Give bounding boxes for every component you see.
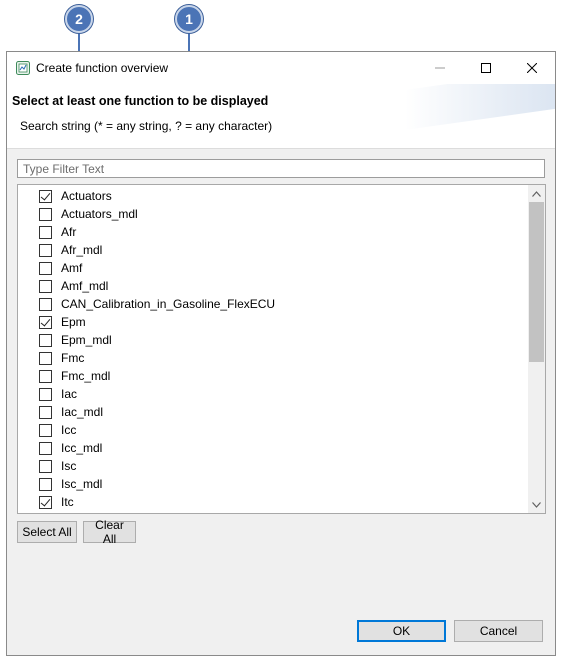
function-label: Amf_mdl bbox=[61, 279, 109, 293]
function-label: Fmc_mdl bbox=[61, 369, 111, 383]
function-list-item[interactable]: Amf bbox=[18, 259, 527, 277]
filter-input[interactable] bbox=[17, 159, 545, 178]
function-checkbox[interactable] bbox=[39, 316, 52, 329]
function-checkbox[interactable] bbox=[39, 370, 52, 383]
dialog-heading: Select at least one function to be displ… bbox=[12, 94, 269, 108]
scroll-down-button[interactable] bbox=[528, 496, 545, 513]
function-checkbox[interactable] bbox=[39, 406, 52, 419]
create-function-overview-dialog: Create function overview Select at least… bbox=[6, 51, 556, 656]
function-label: Iac bbox=[61, 387, 78, 401]
function-list-item[interactable]: Iac bbox=[18, 385, 527, 403]
ok-button[interactable]: OK bbox=[357, 620, 446, 642]
minimize-icon bbox=[435, 67, 445, 69]
function-label: Icc bbox=[61, 423, 77, 437]
function-list-item[interactable]: Itc bbox=[18, 493, 527, 511]
function-list-item[interactable]: Isc bbox=[18, 457, 527, 475]
function-label: Afr_mdl bbox=[61, 243, 103, 257]
function-list-item[interactable]: Actuators_mdl bbox=[18, 205, 527, 223]
function-list-items: Actuators Actuators_mdl Afr Afr_mdl Amf Amf_m… bbox=[18, 187, 527, 511]
function-list-item[interactable]: Amf_mdl bbox=[18, 277, 527, 295]
function-checkbox[interactable] bbox=[39, 478, 52, 491]
callout-1-badge: 1 bbox=[175, 5, 203, 33]
function-list-item[interactable]: Fmc bbox=[18, 349, 527, 367]
function-checkbox[interactable] bbox=[39, 442, 52, 455]
select-all-button[interactable]: Select All bbox=[17, 521, 77, 543]
clear-all-button[interactable]: Clear All bbox=[83, 518, 136, 546]
header-banner-graphic bbox=[405, 84, 555, 130]
function-list-item[interactable]: Afr bbox=[18, 223, 527, 241]
function-list-item[interactable]: Epm_mdl bbox=[18, 331, 527, 349]
function-checkbox[interactable] bbox=[39, 190, 52, 203]
search-hint: Search string (* = any string, ? = any c… bbox=[20, 119, 273, 133]
chart-window-icon bbox=[16, 61, 30, 75]
function-label: Isc bbox=[61, 459, 77, 473]
dialog-header: Select at least one function to be displ… bbox=[7, 84, 555, 149]
function-checkbox[interactable] bbox=[39, 298, 52, 311]
function-label: Epm bbox=[61, 315, 86, 329]
function-list-item[interactable]: CAN_Calibration_in_Gasoline_FlexECU bbox=[18, 295, 527, 313]
window-title: Create function overview bbox=[36, 61, 169, 75]
function-checkbox[interactable] bbox=[39, 208, 52, 221]
function-checkbox[interactable] bbox=[39, 460, 52, 473]
function-list-item[interactable]: Icc_mdl bbox=[18, 439, 527, 457]
function-list-item[interactable]: Afr_mdl bbox=[18, 241, 527, 259]
function-checkbox[interactable] bbox=[39, 244, 52, 257]
function-label: CAN_Calibration_in_Gasoline_FlexECU bbox=[61, 297, 276, 311]
function-label: Icc_mdl bbox=[61, 441, 103, 455]
function-checkbox[interactable] bbox=[39, 388, 52, 401]
function-label: Iac_mdl bbox=[61, 405, 104, 419]
close-button[interactable] bbox=[509, 52, 555, 84]
function-list-item[interactable]: Actuators bbox=[18, 187, 527, 205]
vertical-scrollbar[interactable] bbox=[528, 185, 545, 513]
function-checkbox[interactable] bbox=[39, 226, 52, 239]
function-list-item[interactable]: Icc bbox=[18, 421, 527, 439]
callout-2-badge: 2 bbox=[65, 5, 93, 33]
function-list-item[interactable]: Epm bbox=[18, 313, 527, 331]
function-checkbox[interactable] bbox=[39, 352, 52, 365]
function-checkbox[interactable] bbox=[39, 280, 52, 293]
function-label: Epm_mdl bbox=[61, 333, 112, 347]
chevron-down-icon bbox=[532, 501, 541, 508]
function-list-item[interactable]: Isc_mdl bbox=[18, 475, 527, 493]
function-label: Actuators_mdl bbox=[61, 207, 138, 221]
minimize-button[interactable] bbox=[417, 52, 463, 84]
scroll-up-button[interactable] bbox=[528, 185, 545, 202]
function-label: Afr bbox=[61, 225, 77, 239]
cancel-button[interactable]: Cancel bbox=[454, 620, 543, 642]
function-list[interactable]: Actuators Actuators_mdl Afr Afr_mdl Amf Amf_m… bbox=[17, 184, 546, 514]
function-checkbox[interactable] bbox=[39, 496, 52, 509]
function-checkbox[interactable] bbox=[39, 262, 52, 275]
function-label: Actuators bbox=[61, 189, 112, 203]
function-checkbox[interactable] bbox=[39, 424, 52, 437]
maximize-icon bbox=[481, 63, 491, 73]
function-label: Itc bbox=[61, 495, 74, 509]
function-list-item[interactable]: Fmc_mdl bbox=[18, 367, 527, 385]
title-bar[interactable]: Create function overview bbox=[7, 52, 555, 84]
maximize-button[interactable] bbox=[463, 52, 509, 84]
function-label: Amf bbox=[61, 261, 83, 275]
scroll-thumb[interactable] bbox=[529, 202, 544, 362]
function-label: Isc_mdl bbox=[61, 477, 103, 491]
function-checkbox[interactable] bbox=[39, 334, 52, 347]
chevron-up-icon bbox=[532, 190, 541, 197]
close-icon bbox=[527, 63, 537, 73]
function-label: Fmc bbox=[61, 351, 85, 365]
function-list-item[interactable]: Iac_mdl bbox=[18, 403, 527, 421]
